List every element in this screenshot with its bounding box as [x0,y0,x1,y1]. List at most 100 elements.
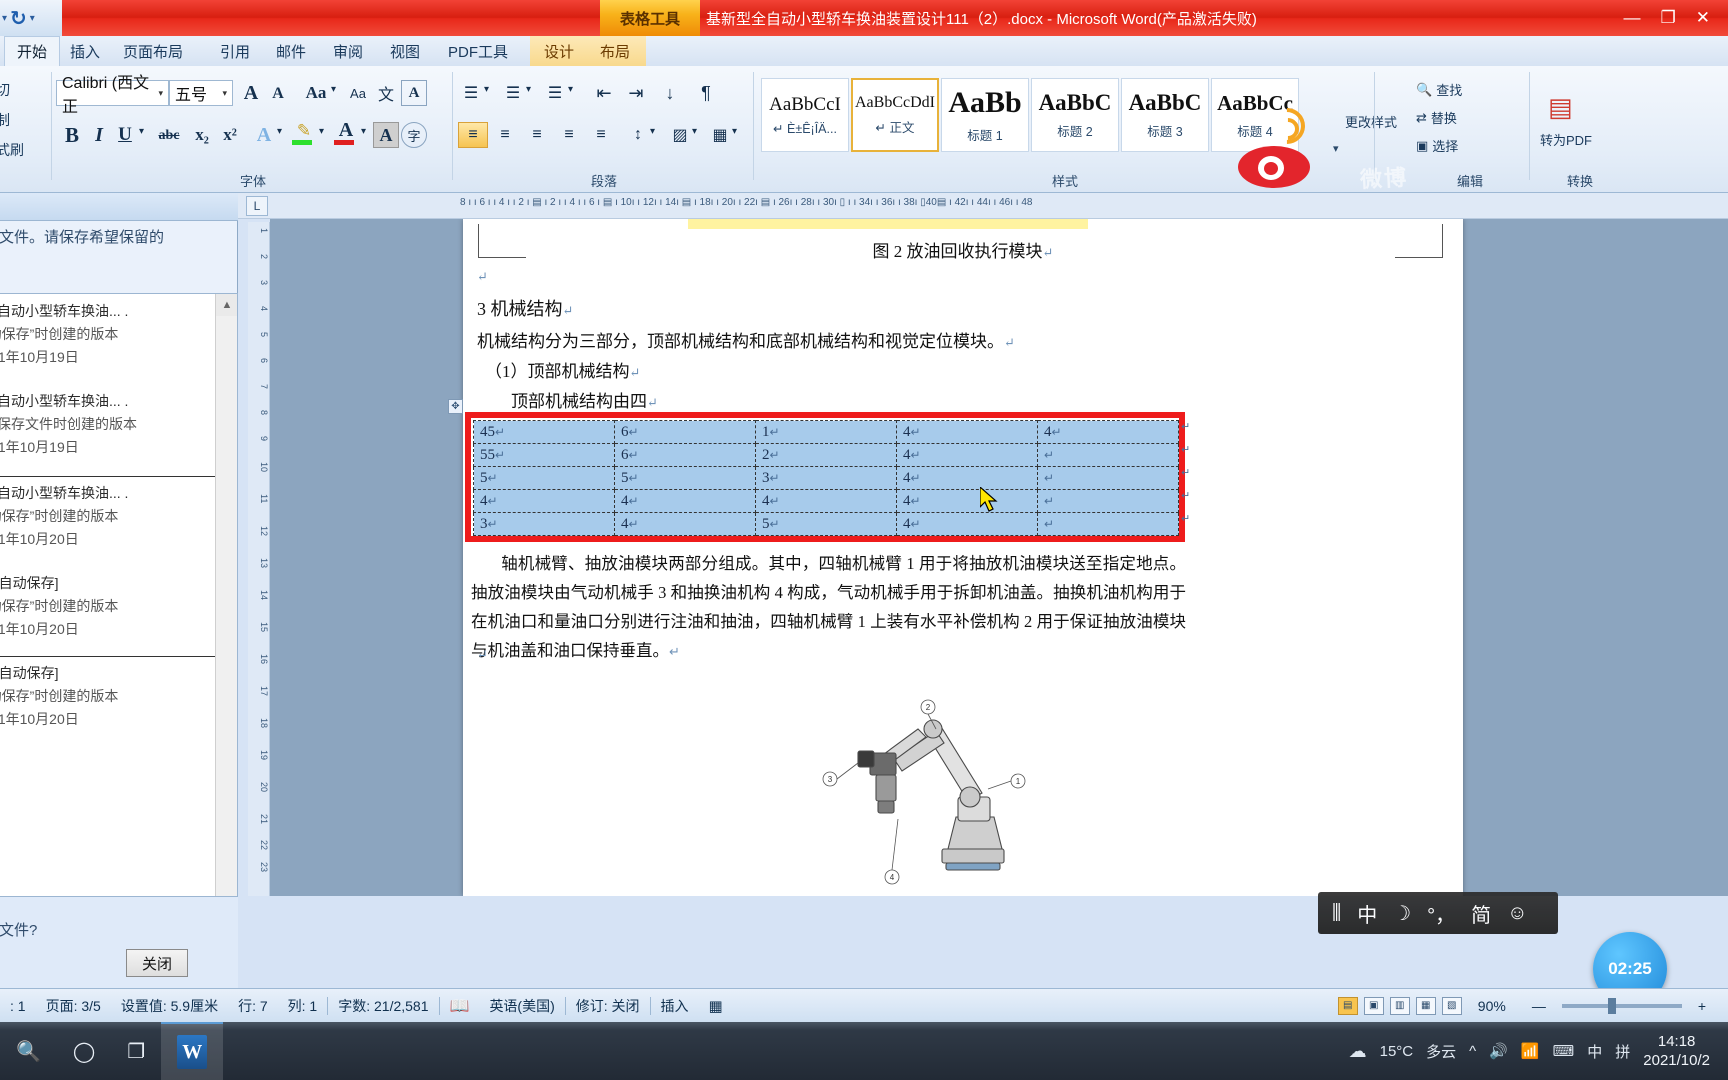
shrink-font-icon[interactable]: A [266,82,290,106]
font-name-combo[interactable]: Calibri (西文正 ▾ [56,75,169,116]
font-size-combo[interactable]: 五号 ▾ [169,80,233,106]
chevron-down-icon[interactable]: ▾ [361,126,366,137]
list-item[interactable]: 十3 [已自动保存] 次“自动保存”时创建的版本 00 2021年10月20日 [0,662,205,731]
status-insert-mode[interactable]: 插入 [651,996,699,1016]
table-cell[interactable]: 4↵ [896,512,1038,536]
status-page[interactable]: 页面: 3/5 [36,996,111,1016]
zoom-slider[interactable] [1561,997,1682,1014]
subscript-button[interactable]: x₂ [189,122,215,148]
table-row[interactable]: 45↵ 6↵ 1↵ 4↵ 4↵ [473,420,1179,444]
bold-button[interactable]: B [59,122,85,148]
qat-undo-icon[interactable]: ↻ [10,6,27,31]
style-item-0[interactable]: AaBbCcI ↵ È±Ê¡ÎÄ... [761,78,849,152]
ime-drag-handle[interactable]: ⫼ [1332,902,1341,925]
tab-page-layout[interactable]: 页面布局 [115,36,191,66]
view-draft-button[interactable]: ▧ [1441,996,1462,1015]
text-effects-icon[interactable]: A [251,122,277,148]
volume-icon[interactable]: 🔊 [1489,1042,1508,1060]
ime-mode-chinese[interactable]: 中 [1357,899,1377,928]
list-item[interactable]: 新型全自动小型轿车换油... . 次“自动保存”时创建的版本 40 2021年1… [0,482,205,551]
table-row[interactable]: 3↵ 4↵ 5↵ 4↵ ↵ [473,512,1179,536]
chevron-down-icon[interactable]: ▾ [650,126,655,137]
document-page[interactable]: 图 2 放油回收执行模块↵ ↵ 3 机械结构↵ 机械结构分为三部分，顶部机械结构… [448,219,1463,896]
table-cell[interactable]: 4↵ [896,443,1038,467]
align-left-button[interactable]: ≡ [458,122,488,148]
chevron-down-icon[interactable]: ▾ [219,88,230,99]
minimize-button[interactable]: — [1624,8,1641,28]
tab-view[interactable]: 视图 [382,36,428,66]
chevron-down-icon[interactable]: ▾ [139,126,144,137]
ime-language-bar[interactable]: ⫼ 中 ☽ °， 简 ☺ [1318,892,1558,934]
table-cell[interactable]: ↵ [1037,443,1179,467]
recovery-file-list[interactable]: 新型全自动小型轿车换油... . 次“自动保存”时创建的版本 12 2021年1… [0,293,238,988]
recovery-close-button[interactable]: 关闭 [126,949,188,977]
vertical-ruler[interactable]: 1 2 3 4 5 6 7 8 9 10 11 12 13 14 15 16 1… [248,222,270,896]
table-cell[interactable]: 4↵ [755,489,897,513]
spell-check-icon[interactable]: 📖 [440,996,480,1016]
table-cell[interactable]: 1↵ [755,420,897,444]
list-item[interactable]: 新型全自动小型轿车换油... . 次“自动保存”时创建的版本 12 2021年1… [0,300,205,369]
font-color-icon[interactable]: A [333,119,359,141]
tab-insert[interactable]: 插入 [62,36,108,66]
find-button[interactable]: 🔍 查找 [1416,80,1462,99]
tab-pdf-tools[interactable]: PDF工具 [440,36,516,66]
qat-save-icon[interactable]: ▾ [2,13,7,24]
cut-button[interactable]: 剪切 [0,80,10,100]
distribute-button[interactable]: ≡ [586,122,616,148]
zoom-slider-thumb[interactable] [1607,997,1616,1014]
table-cell[interactable]: 4↵ [896,420,1038,444]
cortana-circle-icon[interactable]: ◯ [57,1022,111,1080]
table-cell[interactable]: 45↵ [473,420,615,444]
justify-button[interactable]: ≡ [554,122,584,148]
weather-icon[interactable]: ☁ [1349,1041,1367,1062]
tab-home[interactable]: 开始 [4,36,60,66]
tab-references[interactable]: 引用 [212,36,258,66]
styles-more-icon[interactable]: ▾ [1333,142,1339,155]
grow-font-icon[interactable]: A [239,80,263,106]
chevron-down-icon[interactable]: ▾ [568,84,573,95]
chevron-down-icon[interactable]: ▾ [277,126,282,137]
chevron-down-icon[interactable]: ▾ [526,84,531,95]
tab-table-design[interactable]: 设计 [536,36,582,66]
convert-to-pdf-label[interactable]: 转为PDF [1540,130,1592,149]
list-item[interactable]: 十1 [已自动保存] 次“自动保存”时创建的版本 50 2021年10月20日 [0,572,205,641]
change-case-icon[interactable]: Aa [301,80,331,106]
view-outline-button[interactable]: ▦ [1415,996,1436,1015]
strikethrough-button[interactable]: abc [153,124,185,148]
table-cell[interactable]: 4↵ [1037,420,1179,444]
macro-record-icon[interactable]: ▦ [699,997,733,1015]
search-icon[interactable]: 🔍 [0,1022,57,1080]
chevron-down-icon[interactable]: ▾ [319,126,324,137]
table-cell[interactable]: ↵ [1037,489,1179,513]
increase-indent-icon[interactable]: ⇥ [622,80,650,106]
chevron-down-icon[interactable]: ▾ [484,84,489,95]
character-shading-icon[interactable]: A [373,122,399,148]
text-highlight-icon[interactable]: ✎ [291,120,317,142]
status-zoom-level[interactable]: 90% [1468,998,1516,1014]
superscript-button[interactable]: x² [217,122,243,148]
select-button[interactable]: ▣ 选择 [1416,136,1458,155]
tab-review[interactable]: 审阅 [325,36,371,66]
zoom-out-button[interactable]: — [1522,998,1556,1014]
simplified-chinese-icon[interactable]: 简 [1471,899,1491,928]
line-spacing-icon[interactable]: ↕ [624,122,652,148]
show-formatting-marks-icon[interactable]: ¶ [692,80,720,106]
ime-chinese-icon[interactable]: 中 [1587,1041,1602,1062]
enclose-characters-icon[interactable]: A [401,80,427,106]
style-item-2[interactable]: AaBb 标题 1 [941,78,1029,152]
table-cell[interactable]: 5↵ [755,512,897,536]
align-right-button[interactable]: ≡ [522,122,552,148]
table-row[interactable]: 4↵ 4↵ 4↵ 4↵ ↵ [473,489,1179,513]
tray-expand-icon[interactable]: ^ [1469,1043,1476,1060]
phonetic-guide-icon[interactable]: 文 [373,80,399,106]
recovery-pane-scrollbar[interactable]: ▲ ▼ [215,294,237,987]
weather-desc[interactable]: 多云 [1426,1041,1456,1062]
table-move-handle[interactable]: ✥ [448,399,463,414]
numbering-icon[interactable]: ☰ [500,80,526,106]
ime-pinyin-icon[interactable]: 拼 [1615,1041,1630,1062]
copy-button[interactable]: 复制 [0,110,10,130]
quick-access-toolbar[interactable]: ▾ ↻ ▾ [0,0,62,36]
format-painter-button[interactable]: 格式刷 [0,140,24,160]
change-styles-button[interactable]: 更改样式 [1345,112,1397,131]
status-language[interactable]: 英语(美国) [479,996,564,1016]
